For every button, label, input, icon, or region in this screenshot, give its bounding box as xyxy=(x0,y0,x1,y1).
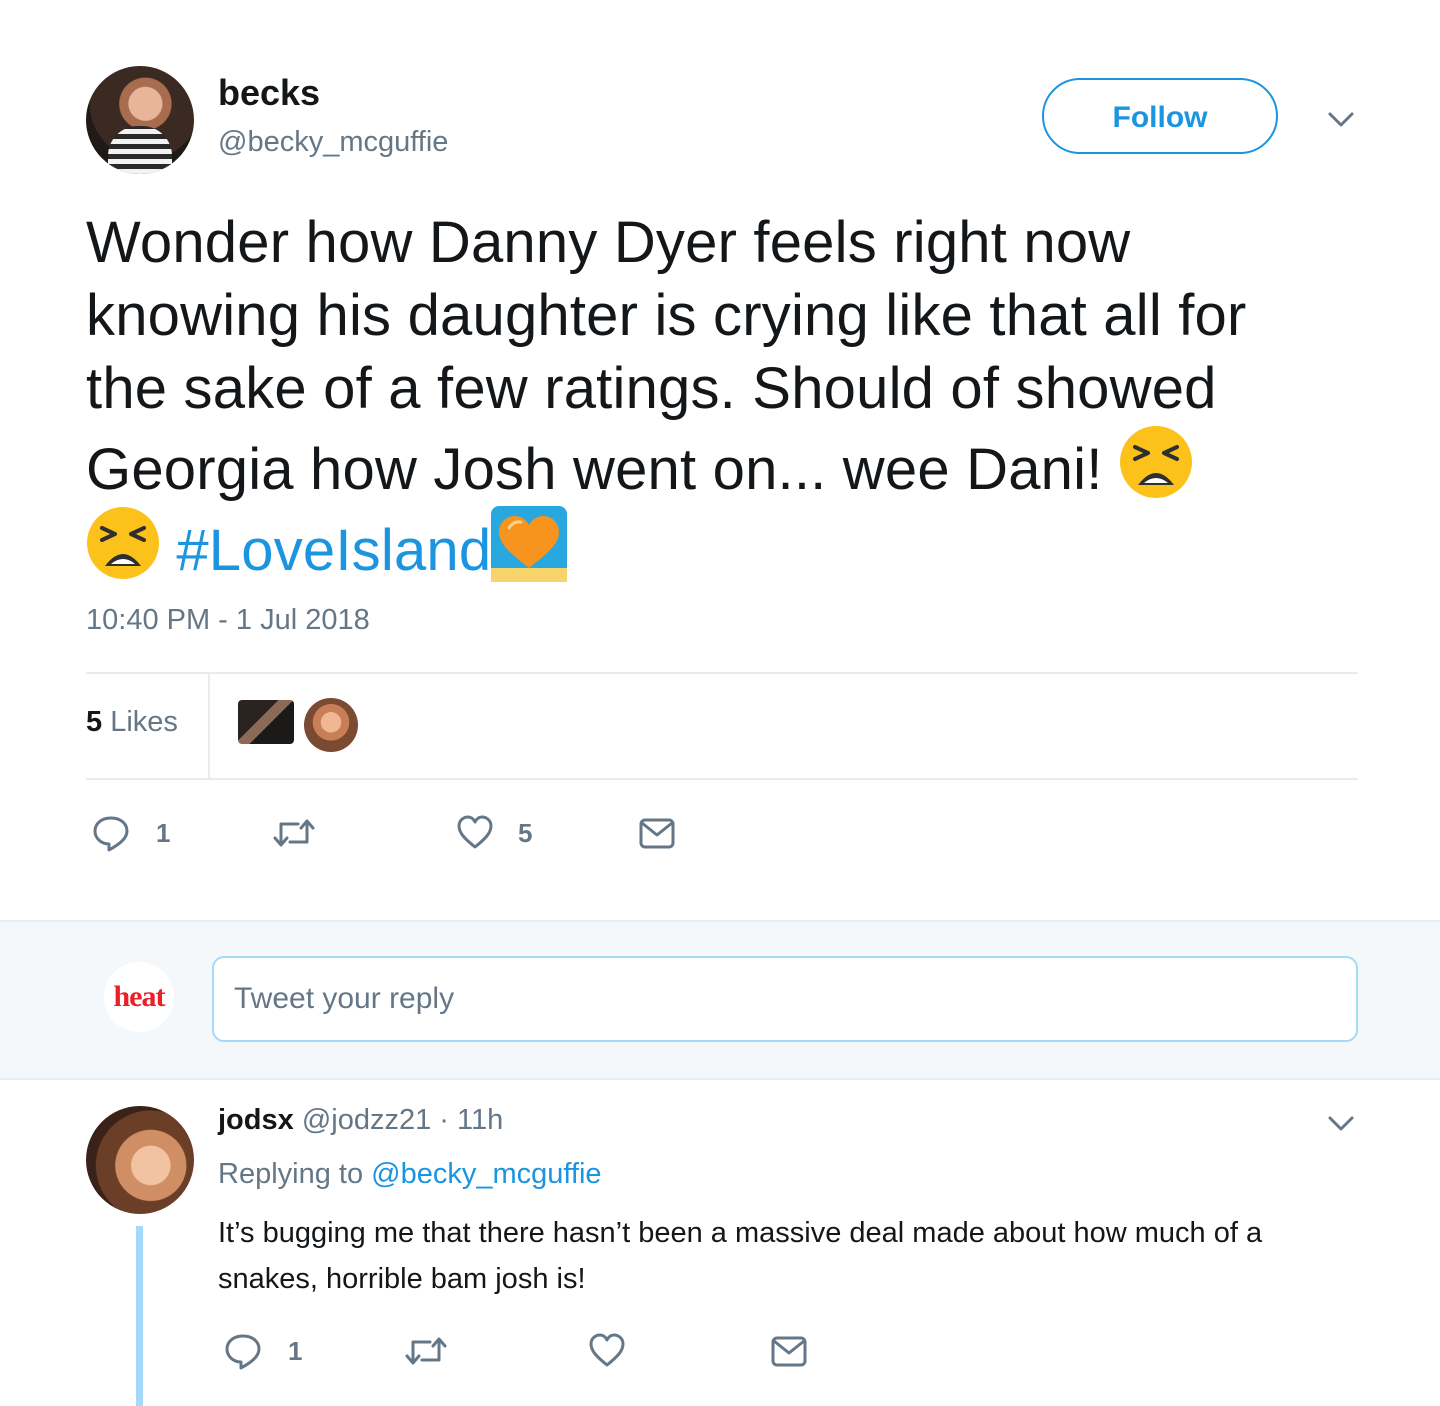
tweet-text-line: Georgia how Josh went on... wee Dani! xyxy=(86,425,1376,506)
follow-button[interactable]: Follow xyxy=(1042,78,1278,154)
tweet-text-line: the sake of a few ratings. Should of sho… xyxy=(86,356,1217,421)
reply-icon[interactable] xyxy=(92,814,130,852)
tweet-text-line: knowing his daughter is crying like that… xyxy=(86,283,1247,348)
direct-message-icon[interactable] xyxy=(638,814,676,852)
liker-avatar[interactable] xyxy=(304,698,358,752)
reply-count: 1 xyxy=(156,818,171,848)
hashtag-link[interactable]: #LoveIsland xyxy=(176,518,491,583)
thread-line xyxy=(136,1226,143,1406)
like-count: 5 xyxy=(518,818,533,848)
divider xyxy=(86,778,1358,780)
likes-count[interactable]: 5 Likes xyxy=(86,706,178,739)
retweet-icon[interactable] xyxy=(404,1332,448,1370)
reply-author-avatar[interactable] xyxy=(86,1106,194,1214)
orange-heart-emoji xyxy=(491,506,568,582)
tired-face-emoji xyxy=(87,507,159,579)
author-name[interactable]: becks xyxy=(218,72,320,114)
reply-time[interactable]: · 11h xyxy=(431,1104,503,1136)
reply-text: It’s bugging me that there hasn’t been a… xyxy=(218,1217,1263,1295)
tweet-text-line: #LoveIsland xyxy=(86,506,1376,587)
replying-to: Replying to @becky_mcguffie xyxy=(218,1158,602,1190)
user-avatar: heat xyxy=(104,962,174,1032)
divider xyxy=(86,672,1358,674)
author-handle[interactable]: @becky_mcguffie xyxy=(218,126,448,159)
direct-message-icon[interactable] xyxy=(770,1332,808,1370)
tired-face-emoji xyxy=(1119,426,1192,498)
reply-header: jodsx @jodzz21 · 11h xyxy=(218,1104,503,1137)
reply-author-name[interactable]: jodsx xyxy=(218,1104,294,1136)
tweet-timestamp[interactable]: 10:40 PM - 1 Jul 2018 xyxy=(86,604,370,637)
chevron-down-icon[interactable] xyxy=(1326,104,1356,134)
author-avatar[interactable] xyxy=(86,66,194,174)
divider xyxy=(208,674,210,778)
liker-avatar[interactable] xyxy=(238,700,294,744)
chevron-down-icon[interactable] xyxy=(1326,1108,1356,1138)
reply-author-handle[interactable]: @jodzz21 xyxy=(302,1104,431,1136)
reply-icon[interactable] xyxy=(224,1332,262,1370)
retweet-icon[interactable] xyxy=(272,814,316,852)
replying-to-handle[interactable]: @becky_mcguffie xyxy=(371,1158,601,1190)
heart-icon[interactable] xyxy=(456,814,494,850)
heart-icon[interactable] xyxy=(588,1332,626,1368)
tweet-text: Wonder how Danny Dyer feels right now kn… xyxy=(86,206,1376,587)
reply-count: 1 xyxy=(288,1336,303,1366)
reply-input[interactable]: Tweet your reply xyxy=(212,956,1358,1042)
tweet-text-line: Wonder how Danny Dyer feels right now xyxy=(86,210,1131,275)
